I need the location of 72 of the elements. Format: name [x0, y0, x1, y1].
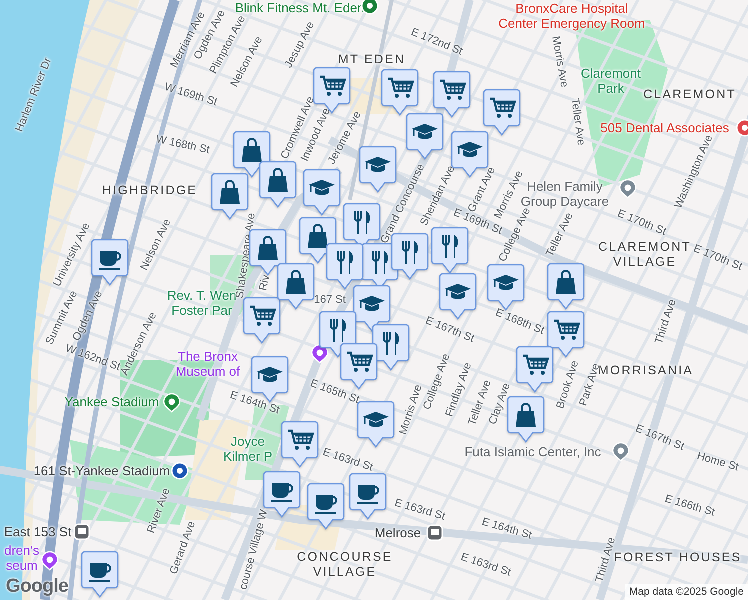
shopping-cart-marker[interactable]	[516, 346, 554, 393]
street-label: Third Ave	[653, 298, 679, 346]
map-attribution[interactable]: Map data ©2025 Google	[625, 584, 748, 600]
fork-knife-marker[interactable]	[431, 227, 469, 274]
stadium-pin-icon[interactable]	[163, 393, 181, 413]
worship-pin-icon[interactable]	[612, 442, 630, 462]
fork-knife-marker[interactable]	[326, 243, 364, 290]
street-label: E 172nd St	[410, 26, 464, 58]
street-label: E 163rd St	[393, 497, 447, 523]
place-label[interactable]: Joyce Kilmer P	[223, 434, 273, 464]
train-icon[interactable]	[426, 524, 444, 544]
coffee-cup-marker[interactable]	[307, 483, 345, 530]
graduation-cap-marker[interactable]	[406, 113, 444, 160]
neighborhood-label: CLAREMONT	[644, 88, 736, 102]
neighborhood-label: MT EDEN	[338, 52, 406, 68]
shopping-cart-marker[interactable]	[433, 71, 471, 118]
street-label: Morris Ave	[550, 35, 570, 89]
shopping-cart-marker[interactable]	[381, 69, 419, 116]
street-label: E 167th St	[424, 314, 476, 346]
place-label[interactable]: Melrose	[374, 526, 422, 540]
street-label: E 170th St	[616, 208, 668, 238]
street-label: E 163rd St	[459, 551, 513, 579]
street-label: Riv	[257, 274, 273, 292]
shopping-cart-marker[interactable]	[547, 311, 585, 358]
shopping-cart-marker[interactable]	[483, 89, 521, 136]
neighborhood-label: MORRISANIA	[598, 364, 694, 378]
shopping-cart-marker[interactable]	[243, 297, 281, 344]
street-label: E 163rd St	[321, 446, 375, 474]
street-label: E 170th St	[692, 242, 744, 274]
graduation-cap-marker[interactable]	[359, 146, 397, 193]
place-label[interactable]: Rev. T. Wen Foster Par	[167, 288, 237, 318]
street-label: E 167th St	[634, 422, 686, 454]
place-label[interactable]: Futa Islamic Center, Inc	[464, 444, 602, 460]
street-label: E 166th St	[664, 493, 716, 519]
neighborhood-label: CONCOURSE VILLAGE	[297, 550, 393, 580]
street-label: Home St	[696, 450, 740, 474]
coffee-cup-marker[interactable]	[349, 473, 387, 520]
graduation-cap-marker[interactable]	[303, 169, 341, 216]
street-label: W 162nd St	[64, 342, 122, 374]
shopping-bag-marker[interactable]	[277, 263, 315, 310]
place-label[interactable]: Claremont Park	[581, 66, 641, 96]
street-label: Teller Ave	[544, 211, 576, 259]
shopping-bag-marker[interactable]	[249, 229, 287, 276]
street-label: course Village W	[238, 508, 270, 592]
coffee-cup-marker[interactable]	[91, 239, 129, 286]
place-pin-icon[interactable]	[619, 179, 637, 199]
shopping-bag-marker[interactable]	[259, 161, 297, 208]
subway-icon[interactable]	[171, 462, 189, 482]
street-label: Morris Ave	[397, 384, 425, 436]
place-label[interactable]: Helen Family Group Daycare	[520, 179, 610, 209]
museum-pin-icon[interactable]	[41, 551, 59, 571]
graduation-cap-marker[interactable]	[439, 273, 477, 320]
fork-knife-marker[interactable]	[372, 324, 410, 371]
street-label: W 168th St	[155, 133, 211, 157]
street-label: E 164th St	[480, 516, 534, 542]
street-label: Teller Ave	[568, 98, 588, 146]
coffee-cup-marker[interactable]	[81, 551, 119, 598]
neighborhood-label: CLAREMONT VILLAGE	[598, 240, 692, 270]
place-label[interactable]: 505 Dental Associates	[600, 120, 730, 136]
neighborhood-label: FOREST HOUSES	[614, 550, 742, 566]
street-label: W 169th St	[163, 81, 219, 109]
shopping-bag-marker[interactable]	[547, 263, 585, 310]
street-label: E 164th St	[228, 389, 282, 417]
place-label[interactable]: The Bronx Museum of	[176, 349, 240, 379]
place-label[interactable]: 161 St-Yankee Stadium	[34, 464, 170, 478]
street-label: E 165th St	[308, 378, 362, 406]
street-label: 167 St	[314, 294, 346, 306]
street-label: E 168th St	[494, 306, 546, 338]
neighborhood-label: HIGHBRIDGE	[102, 184, 198, 198]
place-label[interactable]: BronxCare Hospital Center Emergency Room	[498, 1, 646, 31]
shopping-cart-marker[interactable]	[281, 421, 319, 468]
train-icon[interactable]	[73, 523, 91, 543]
